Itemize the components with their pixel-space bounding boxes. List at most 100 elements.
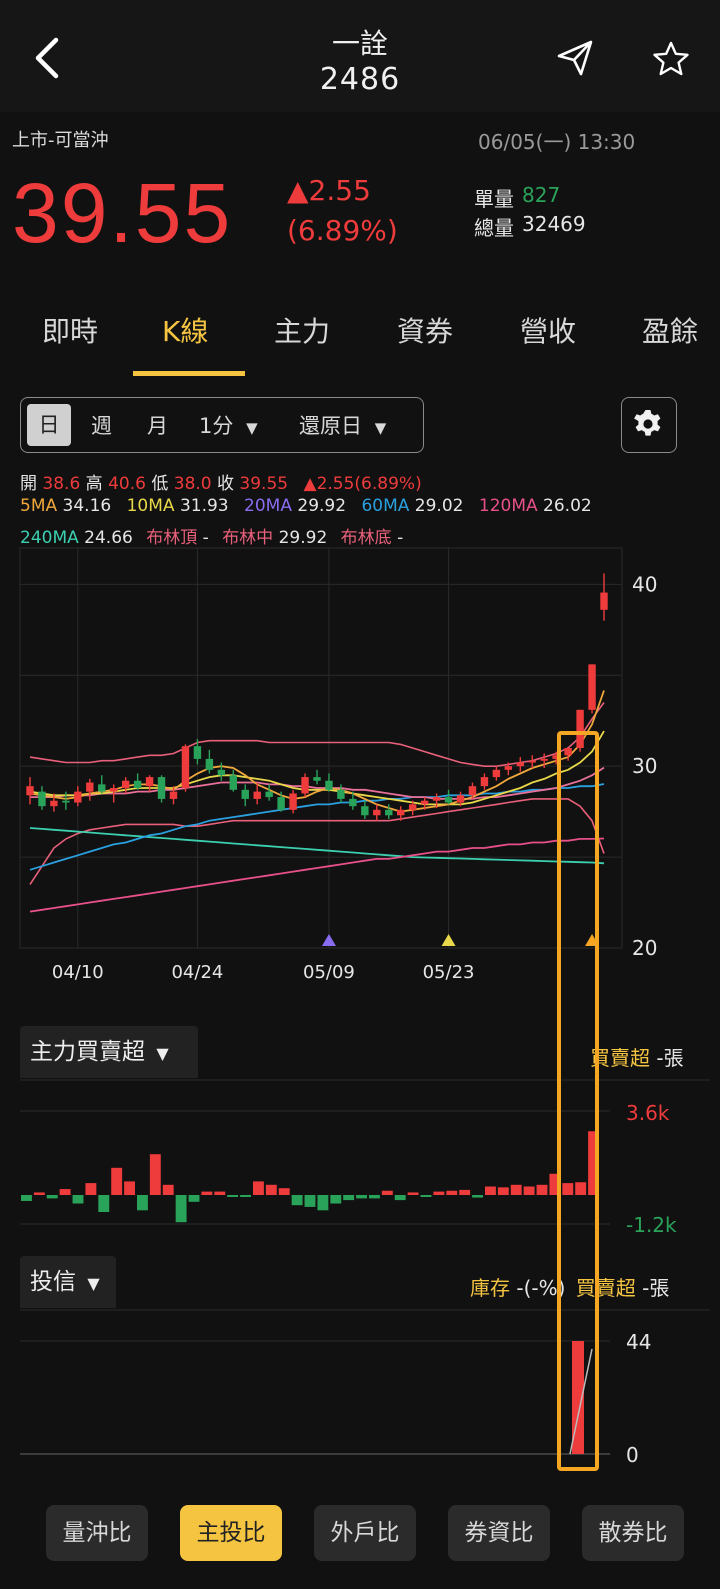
net-buy-bar (381, 1190, 393, 1195)
net-buy-bar (446, 1190, 458, 1195)
candle-body (313, 777, 321, 781)
tab-realtime[interactable]: 即時 (42, 310, 98, 350)
open-label: 開 (20, 474, 37, 494)
short-margin-ratio-button[interactable]: 券資比 (448, 1505, 550, 1561)
signal-triangle-icon (441, 934, 456, 946)
ma10-value: 31.93 (179, 496, 229, 516)
candle-body (74, 791, 82, 803)
x-tick-label: 04/24 (171, 962, 223, 983)
candle-body (265, 791, 273, 798)
tab-earnings[interactable]: 盈餘 (642, 310, 698, 350)
stock-name: 一詮 (331, 27, 388, 60)
candle-body (229, 775, 237, 790)
net-buy-bar (510, 1184, 522, 1195)
ma5-label: 5MA (20, 496, 58, 516)
market-type: 上市-可當沖 (12, 130, 109, 151)
net-buy-bar (265, 1184, 277, 1195)
net-buy-bar (485, 1186, 496, 1195)
tab-kline[interactable]: K線 (162, 310, 208, 350)
candle-body (325, 780, 333, 790)
ma10-label: 10MA (126, 496, 175, 516)
net-buy-bar (356, 1195, 367, 1199)
net-buy-bar (162, 1184, 174, 1195)
total-volume: 32469 (522, 212, 586, 236)
inventory-label: 庫存 (470, 1276, 510, 1300)
net-buy-bar (111, 1167, 123, 1195)
candle-body (86, 782, 94, 792)
candle-body (133, 780, 142, 788)
chart-settings-button[interactable] (621, 397, 677, 453)
investment-trust-dropdown[interactable]: 投信 ▼ (20, 1256, 116, 1308)
net-buy-bar (253, 1181, 264, 1195)
candle-body (169, 791, 178, 799)
net-buy-bar (201, 1191, 213, 1195)
net-buy-bar (472, 1195, 483, 1198)
candle-body (253, 791, 261, 799)
period-day-button[interactable]: 日 (27, 404, 71, 446)
section-tabs: 即時 K線 主力 資券 營收 盈餘 (0, 300, 720, 380)
x-tick-label: 05/09 (303, 962, 355, 983)
tab-margin[interactable]: 資券 (397, 310, 453, 350)
low-value: 38.0 (173, 474, 212, 494)
candle-body (468, 786, 477, 796)
quote-datetime: 06/05(一) 13:30 (478, 130, 636, 154)
ma120-value: 26.02 (543, 496, 592, 516)
net-buy-bar (420, 1195, 432, 1197)
net-buy-bar (369, 1195, 380, 1199)
net-buy-bar (214, 1191, 226, 1195)
net-buy-bar (72, 1195, 84, 1204)
high-value: 40.6 (108, 474, 146, 494)
net-buy-bar (523, 1186, 535, 1195)
active-tab-indicator (133, 371, 245, 376)
retail-short-ratio-button[interactable]: 散券比 (582, 1505, 684, 1561)
candle-body (540, 758, 548, 761)
ma60-value: 29.02 (414, 496, 464, 516)
kline-chart[interactable]: 04/10 04/24 05/09 05/23 40 30 20 (0, 540, 720, 990)
candle-body (480, 777, 489, 787)
chevron-down-icon: ▼ (87, 1274, 100, 1293)
tab-main-force[interactable]: 主力 (274, 310, 330, 350)
tab-revenue[interactable]: 營收 (520, 310, 576, 350)
foreign-account-ratio-button[interactable]: 外戶比 (314, 1505, 416, 1561)
candle-body (528, 760, 536, 763)
favorite-star-icon[interactable] (652, 40, 690, 78)
high-label: 高 (85, 474, 103, 494)
volume-daytrade-ratio-button[interactable]: 量沖比 (46, 1505, 148, 1561)
candle-body (492, 769, 501, 778)
net-buy-bar (21, 1195, 32, 1201)
candle-body (121, 780, 130, 788)
period-week-button[interactable]: 週 (91, 410, 112, 440)
period-month-button[interactable]: 月 (147, 410, 168, 440)
ohlc-line: 開 38.6 高 40.6 低 38.0 收 39.55 ▲2.55(6.89%… (20, 469, 422, 494)
candle-body (277, 797, 285, 810)
candle-body (588, 664, 596, 710)
sub1-right-legend: 買賣超 -張 (590, 1042, 684, 1071)
candle-body (373, 809, 381, 816)
candle-body (444, 797, 453, 803)
boll-lower-line (29, 798, 605, 885)
candle-body (205, 758, 214, 770)
gear-icon (634, 410, 661, 436)
y-tick-label: 44 (626, 1330, 651, 1354)
main-force-chart[interactable]: 3.6k -1.2k (0, 1078, 720, 1248)
candle-body (62, 800, 70, 803)
net-buy-bar (85, 1183, 97, 1195)
period-minute-dropdown[interactable]: 1分 ▼ (199, 410, 258, 440)
open-value: 38.6 (42, 474, 81, 494)
investment-trust-chart[interactable]: 44 0 (0, 1308, 720, 1478)
net-buy-bar (317, 1195, 329, 1211)
main-force-dropdown[interactable]: 主力買賣超 ▼ (20, 1026, 198, 1078)
main-trust-ratio-button[interactable]: 主投比 (180, 1505, 282, 1561)
ma5-value: 34.16 (62, 496, 112, 516)
net-buy-bar (291, 1195, 303, 1206)
share-icon[interactable] (555, 38, 595, 78)
chevron-down-icon: ▼ (246, 419, 258, 437)
net-buy-bar (343, 1195, 355, 1201)
restore-dropdown[interactable]: 還原日 ▼ (299, 410, 386, 440)
candle-body (432, 797, 441, 801)
candle-body (110, 788, 118, 792)
ma120-label: 120MA (478, 496, 538, 516)
ma-line-1: 5MA 34.16 10MA 31.93 20MA 29.92 60MA 29.… (20, 496, 592, 516)
last-price: 39.55 (12, 166, 233, 260)
price-change-percent: (6.89%) (287, 214, 398, 247)
